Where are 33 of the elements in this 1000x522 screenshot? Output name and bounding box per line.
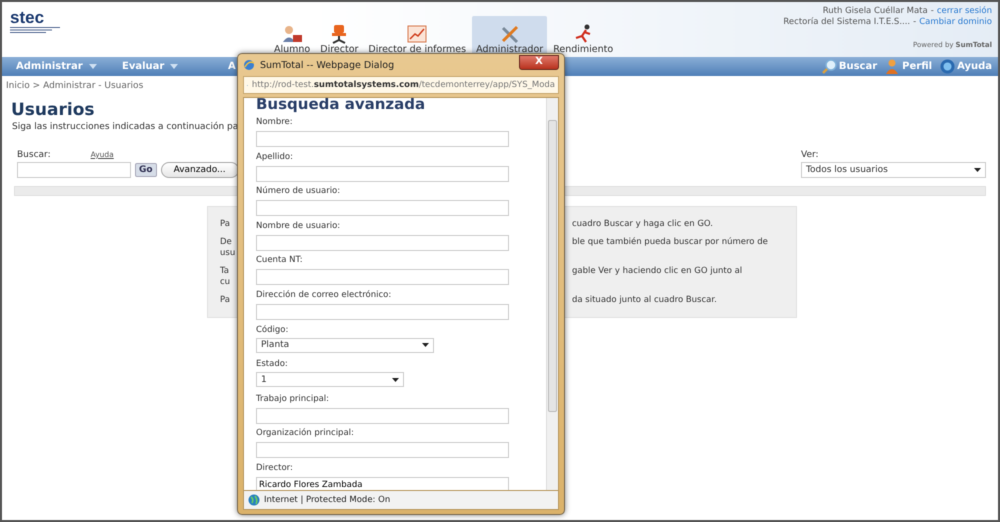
- domain-name: Rectoría del Sistema I.T.E.S....: [783, 17, 910, 28]
- info-text: cu: [220, 276, 230, 288]
- info-text: gable Ver y haciendo clic en GO junto al: [572, 266, 744, 276]
- info-text: Pa: [220, 294, 230, 306]
- field-label: Cuenta NT:: [256, 254, 304, 266]
- info-text: da situado junto al cuadro Buscar.: [572, 294, 718, 306]
- field-label: Código:: [256, 324, 290, 336]
- info-text: Ta: [220, 266, 230, 276]
- field-label: Trabajo principal:: [256, 392, 330, 405]
- field-label: Nombre:: [256, 116, 294, 128]
- field-label: Número de usuario:: [256, 185, 342, 198]
- breadcrumb: Inicio > Administrar - Usuarios: [5, 80, 144, 91]
- info-text: usu: [220, 248, 236, 258]
- field-label: Apellido:: [256, 150, 294, 163]
- info-text: cuadro Buscar y haga clic en GO.: [572, 218, 714, 230]
- search-label: Buscar:: [17, 150, 51, 160]
- url-text: http://rod-test.sumtotalsystems.com/tecdemonterrey/app/SYS_Moda: [252, 80, 555, 90]
- page-title: Usuarios: [11, 100, 95, 120]
- separator: -: [913, 17, 916, 28]
- field-label: Estado:: [256, 358, 289, 370]
- info-text: De: [220, 236, 233, 248]
- dialog-title: SumTotal -- Webpage Dialog: [260, 60, 394, 70]
- field-label: Nombre de usuario:: [256, 220, 342, 232]
- field-label: Organización principal:: [256, 427, 355, 440]
- field-label: Director:: [256, 462, 294, 474]
- info-text: Pa: [220, 218, 230, 230]
- view-label: Ver:: [801, 150, 820, 160]
- logo-text: stec: [10, 10, 44, 26]
- separator: -: [930, 6, 934, 17]
- info-text: ble que también pueda buscar por número de: [572, 236, 769, 248]
- status-text: Internet | Protected Mode: On: [264, 495, 390, 505]
- field-label: Dirección de correo electrónico:: [256, 288, 392, 301]
- user-name: Ruth Gisela Cuéllar Mata: [822, 6, 928, 17]
